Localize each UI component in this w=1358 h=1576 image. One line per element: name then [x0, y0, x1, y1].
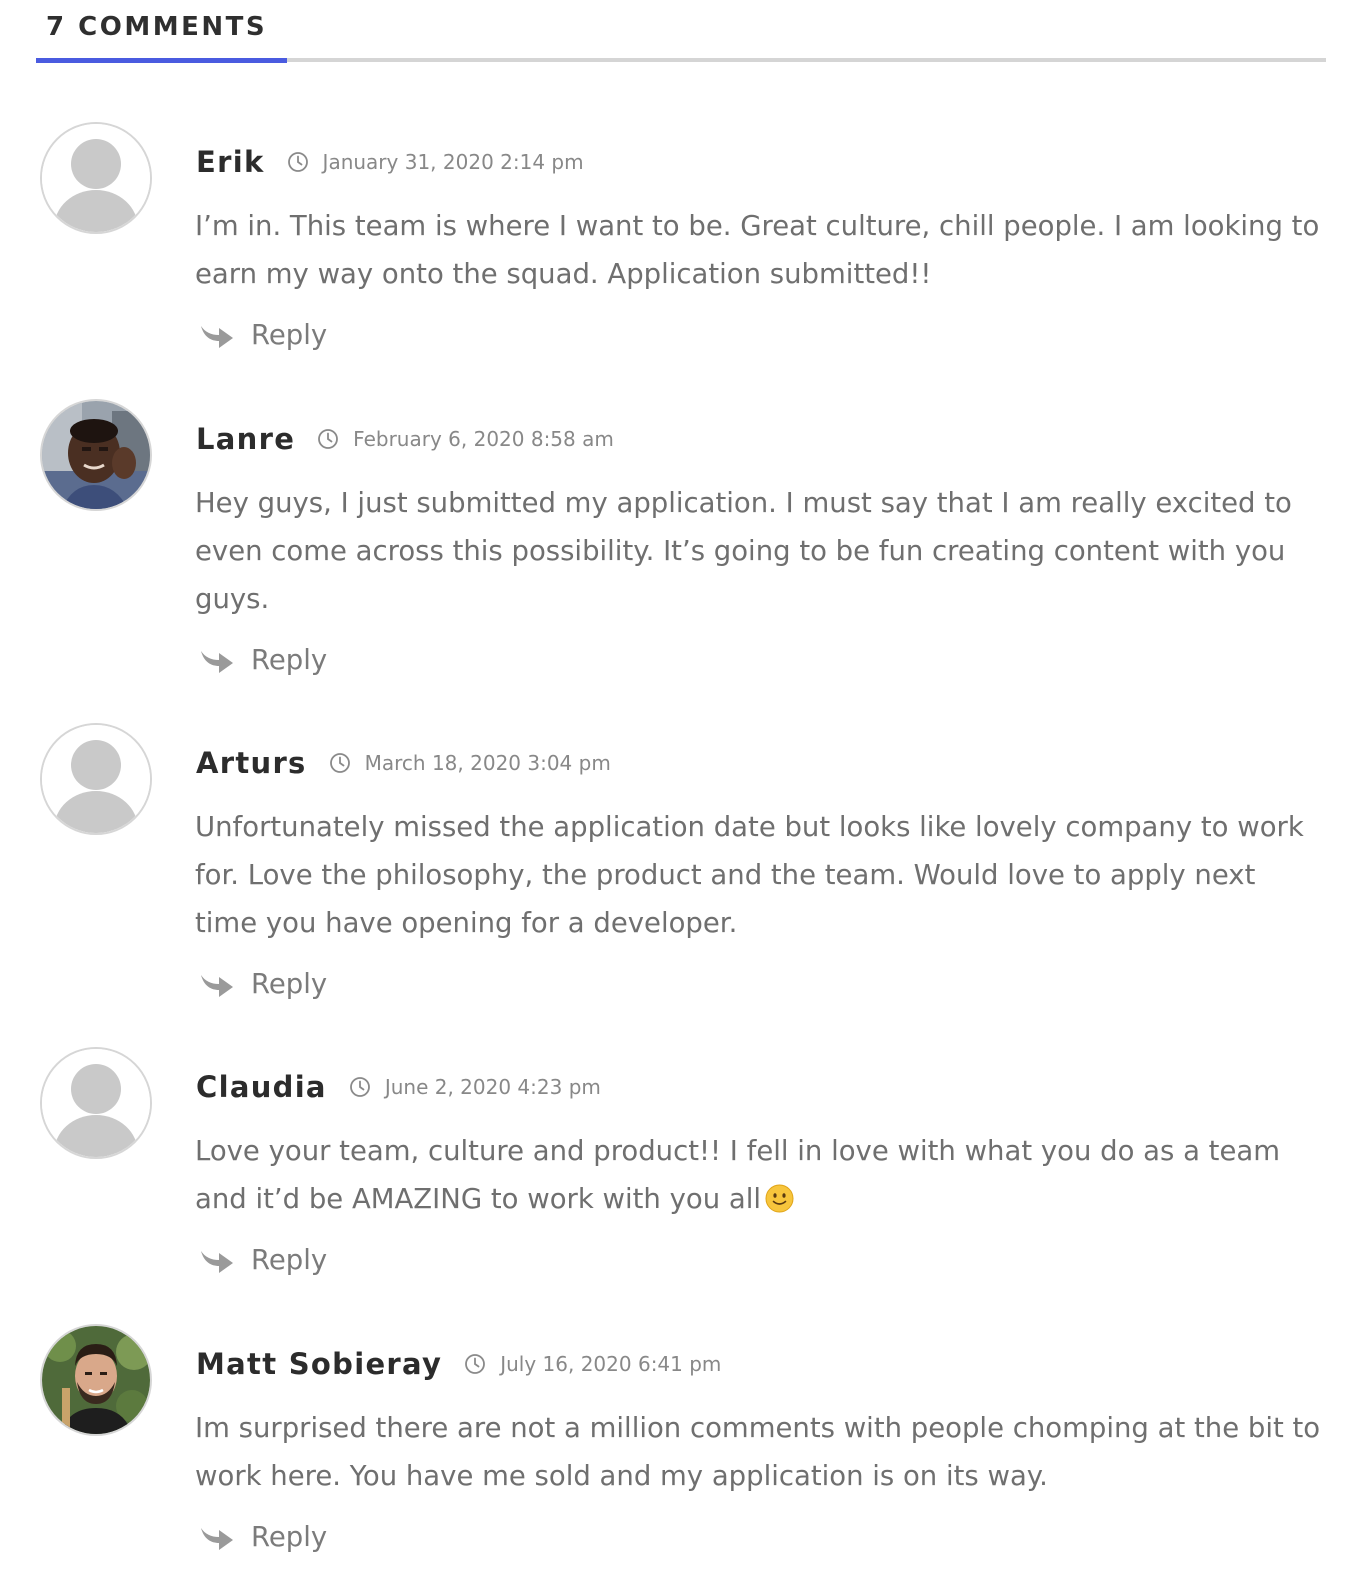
user-photo-avatar: [42, 1326, 150, 1434]
reply-label: Reply: [251, 1521, 328, 1553]
comment-item: Claudia June 2, 2020 4:23 pm Love your t…: [0, 1047, 1358, 1287]
default-avatar-icon: [42, 725, 150, 833]
comment-author[interactable]: Arturs: [196, 746, 307, 780]
comment-date[interactable]: January 31, 2020 2:14 pm: [323, 150, 584, 174]
comment-body: Hey guys, I just submitted my applicatio…: [195, 487, 1292, 615]
comment-author[interactable]: Claudia: [196, 1070, 327, 1104]
avatar[interactable]: [40, 1324, 152, 1436]
comment-author[interactable]: Lanre: [196, 422, 295, 456]
reply-button[interactable]: Reply: [199, 1517, 327, 1557]
reply-arrow-icon: [201, 326, 233, 348]
comment-item: Lanre February 6, 2020 8:58 am Hey guys,…: [0, 399, 1358, 689]
comment-date[interactable]: February 6, 2020 8:58 am: [353, 427, 614, 451]
user-photo-avatar: [42, 401, 150, 509]
reply-label: Reply: [251, 968, 328, 1000]
comment-date[interactable]: July 16, 2020 6:41 pm: [500, 1352, 721, 1376]
comments-header: 7 COMMENTS: [36, 0, 1326, 64]
default-avatar-icon: [42, 1049, 150, 1157]
comment-body: Im surprised there are not a million com…: [195, 1412, 1321, 1492]
comment-meta: Erik January 31, 2020 2:14 pm: [196, 144, 584, 180]
clock-icon: [349, 1077, 370, 1097]
reply-button[interactable]: Reply: [199, 1240, 327, 1280]
clock-icon: [287, 152, 308, 172]
reply-arrow-icon: [201, 651, 233, 673]
reply-arrow-icon: [201, 1251, 233, 1273]
avatar[interactable]: [40, 1047, 152, 1159]
reply-button[interactable]: Reply: [199, 640, 327, 680]
reply-label: Reply: [251, 1244, 328, 1276]
comment-meta: Lanre February 6, 2020 8:58 am: [196, 421, 614, 457]
comment-body-container: Love your team, culture and product!! I …: [195, 1127, 1323, 1223]
comment-meta: Matt Sobieray July 16, 2020 6:41 pm: [196, 1346, 721, 1382]
comment-author[interactable]: Matt Sobieray: [196, 1347, 442, 1381]
default-avatar-icon: [42, 124, 150, 232]
comment-item: Arturs March 18, 2020 3:04 pm Unfortunat…: [0, 723, 1358, 1013]
comments-count-title: 7 COMMENTS: [46, 12, 268, 42]
clock-icon: [318, 429, 339, 449]
reply-label: Reply: [251, 319, 328, 351]
avatar[interactable]: [40, 122, 152, 234]
comment-date[interactable]: March 18, 2020 3:04 pm: [365, 751, 611, 775]
comment-body: Love your team, culture and product!! I …: [195, 1135, 1281, 1215]
avatar[interactable]: [40, 723, 152, 835]
clock-icon: [329, 753, 350, 773]
reply-arrow-icon: [201, 1528, 233, 1550]
comment-meta: Arturs March 18, 2020 3:04 pm: [196, 745, 611, 781]
comment-body: I’m in. This team is where I want to be.…: [195, 210, 1320, 290]
avatar[interactable]: [40, 399, 152, 511]
clock-icon: [465, 1354, 486, 1374]
comment-meta: Claudia June 2, 2020 4:23 pm: [196, 1069, 601, 1105]
reply-button[interactable]: Reply: [199, 964, 327, 1004]
comment-item: Matt Sobieray July 16, 2020 6:41 pm Im s…: [0, 1324, 1358, 1569]
reply-button[interactable]: Reply: [199, 315, 327, 355]
comment-author[interactable]: Erik: [196, 145, 265, 179]
reply-arrow-icon: [201, 975, 233, 997]
comment-body: Unfortunately missed the application dat…: [195, 811, 1304, 939]
comment-date[interactable]: June 2, 2020 4:23 pm: [385, 1075, 601, 1099]
comment-item: Erik January 31, 2020 2:14 pm I’m in. Th…: [0, 122, 1358, 362]
header-accent-underline: [36, 58, 287, 63]
slightly-smiling-face-icon: [765, 1184, 794, 1213]
reply-label: Reply: [251, 644, 328, 676]
